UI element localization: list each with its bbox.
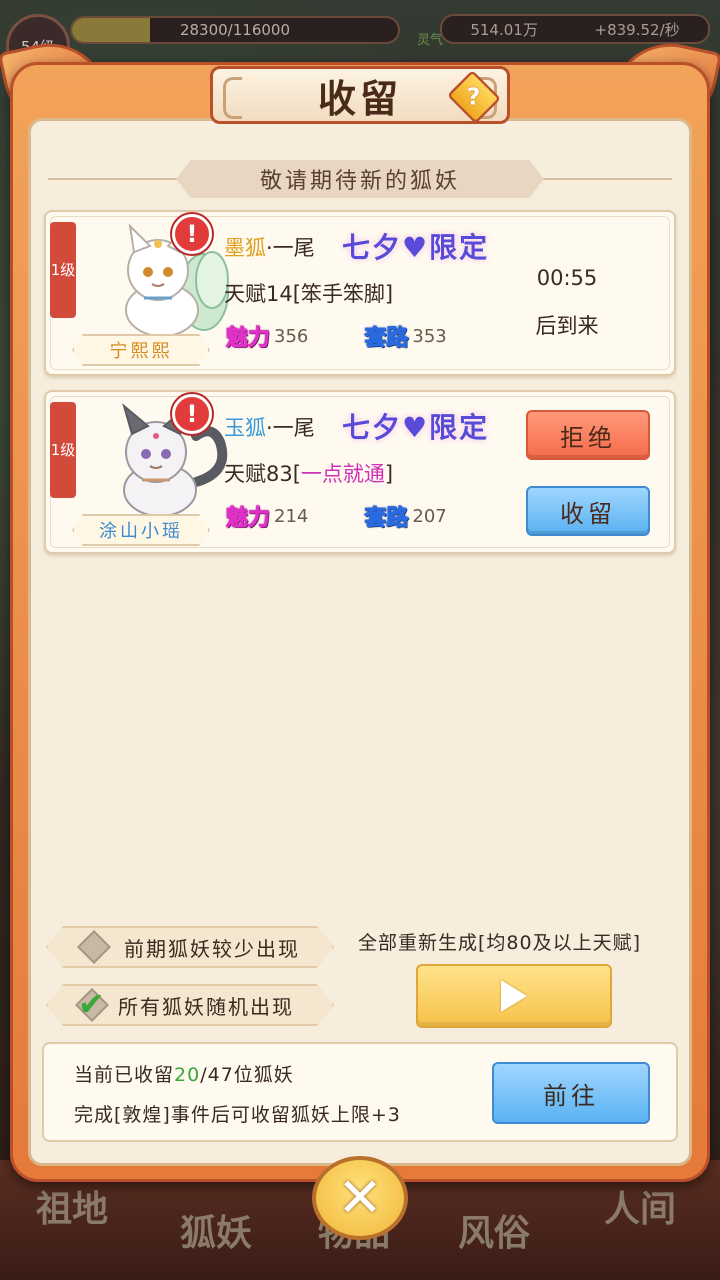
- fox-name: 宁熙熙: [72, 334, 210, 366]
- resource-amount: 514.01万: [470, 20, 538, 39]
- play-icon: [501, 980, 527, 1012]
- option-fewer-early-foxes[interactable]: 前期狐妖较少出现: [46, 926, 334, 968]
- accept-button[interactable]: 收留: [526, 486, 650, 536]
- fox-name: 涂山小瑶: [72, 514, 210, 546]
- fox-tail: ·一尾: [266, 416, 315, 440]
- nav-renjian[interactable]: 人间: [604, 1180, 676, 1232]
- subtitle-line-left: [48, 178, 178, 180]
- fox-portrait: [125, 222, 229, 337]
- xp-bar: 28300/116000: [70, 16, 400, 44]
- subtitle-line-right: [542, 178, 672, 180]
- nav-fengsu[interactable]: 风俗: [458, 1204, 530, 1256]
- fox-type: 墨狐: [224, 236, 266, 260]
- alert-icon: !: [172, 214, 212, 254]
- trick-label: 套路: [364, 325, 409, 352]
- xp-text: 28300/116000: [179, 21, 291, 39]
- regenerate-label: 全部重新生成[均80及以上天赋]: [358, 932, 642, 954]
- charm-label: 魅力: [225, 505, 271, 532]
- level-tag: 1级: [50, 222, 76, 318]
- arrival-timer: 00:55 后到来: [512, 254, 622, 350]
- level-tag: 1级: [50, 402, 76, 498]
- trick-value: 207: [412, 505, 447, 527]
- alert-icon: !: [172, 394, 212, 434]
- talent-line: 天赋83[一点就通]: [224, 462, 394, 486]
- resource-bar: 514.01万 +839.52/秒: [440, 14, 710, 44]
- resource-rate: +839.52/秒: [594, 20, 680, 39]
- qixi-limited-badge: 七夕♥限定: [342, 411, 490, 444]
- capacity-text: 当前已收留20/47位狐妖: [74, 1064, 294, 1086]
- regenerate-play-button[interactable]: [416, 964, 612, 1028]
- talent-name: 一点就通: [300, 462, 385, 486]
- top-hud: 54级 28300/116000 灵气 514.01万 +839.52/秒: [0, 0, 720, 78]
- nav-huyao[interactable]: 狐妖: [180, 1204, 252, 1256]
- timer-caption: 后到来: [535, 314, 599, 338]
- fox-portrait: [122, 403, 228, 517]
- modal-subtitle: 敬请期待新的狐妖: [176, 160, 544, 198]
- option-random-foxes[interactable]: ✔ 所有狐妖随机出现: [46, 984, 334, 1026]
- fox-type: 玉狐: [224, 416, 266, 440]
- fox-type-line: 玉狐 ·一尾: [224, 412, 315, 442]
- charm-label: 魅力: [225, 325, 271, 352]
- fox-card: 1级 ! 宁熙熙 墨狐 ·一尾 七夕♥限定 天赋14[笨手笨脚] 魅力 356 …: [44, 210, 676, 376]
- charm-value: 356: [274, 325, 309, 347]
- capacity-info-panel: 当前已收留20/47位狐妖 完成[敦煌]事件后可收留狐妖上限+3 前往: [42, 1042, 678, 1142]
- nav-zudi[interactable]: 祖地: [36, 1180, 108, 1232]
- timer-value: 00:55: [536, 266, 598, 290]
- close-button[interactable]: ✕: [312, 1156, 408, 1240]
- reject-button[interactable]: 拒绝: [526, 410, 650, 460]
- option-label: 前期狐妖较少出现: [124, 936, 300, 961]
- charm-value: 214: [274, 505, 309, 527]
- fox-type-line: 墨狐 ·一尾: [224, 232, 315, 262]
- checkbox-checked-icon: ✔: [75, 985, 109, 1023]
- modal-title: 收留: [317, 75, 402, 121]
- trick-value: 353: [412, 325, 447, 347]
- stat-row: 魅力 356 套路 353: [224, 320, 501, 352]
- capacity-count: 20: [174, 1064, 201, 1086]
- trick-label: 套路: [364, 505, 409, 532]
- unchecked-diamond-icon: [77, 930, 111, 964]
- stat-row: 魅力 214 套路 207: [224, 500, 501, 532]
- close-icon: ✕: [337, 1166, 383, 1229]
- option-label: 所有狐妖随机出现: [118, 994, 294, 1019]
- fox-tail: ·一尾: [266, 236, 315, 260]
- talent-name: 笨手笨脚: [300, 282, 385, 306]
- fox-card: 1级 ! 涂山小瑶 玉狐 ·一尾 七夕♥限定 天赋83[一点就通] 魅力 214…: [44, 390, 676, 554]
- qixi-limited-badge: 七夕♥限定: [342, 231, 490, 264]
- talent-line: 天赋14[笨手笨脚]: [224, 282, 394, 306]
- capacity-hint: 完成[敦煌]事件后可收留狐妖上限+3: [74, 1104, 401, 1126]
- go-button[interactable]: 前往: [492, 1062, 650, 1124]
